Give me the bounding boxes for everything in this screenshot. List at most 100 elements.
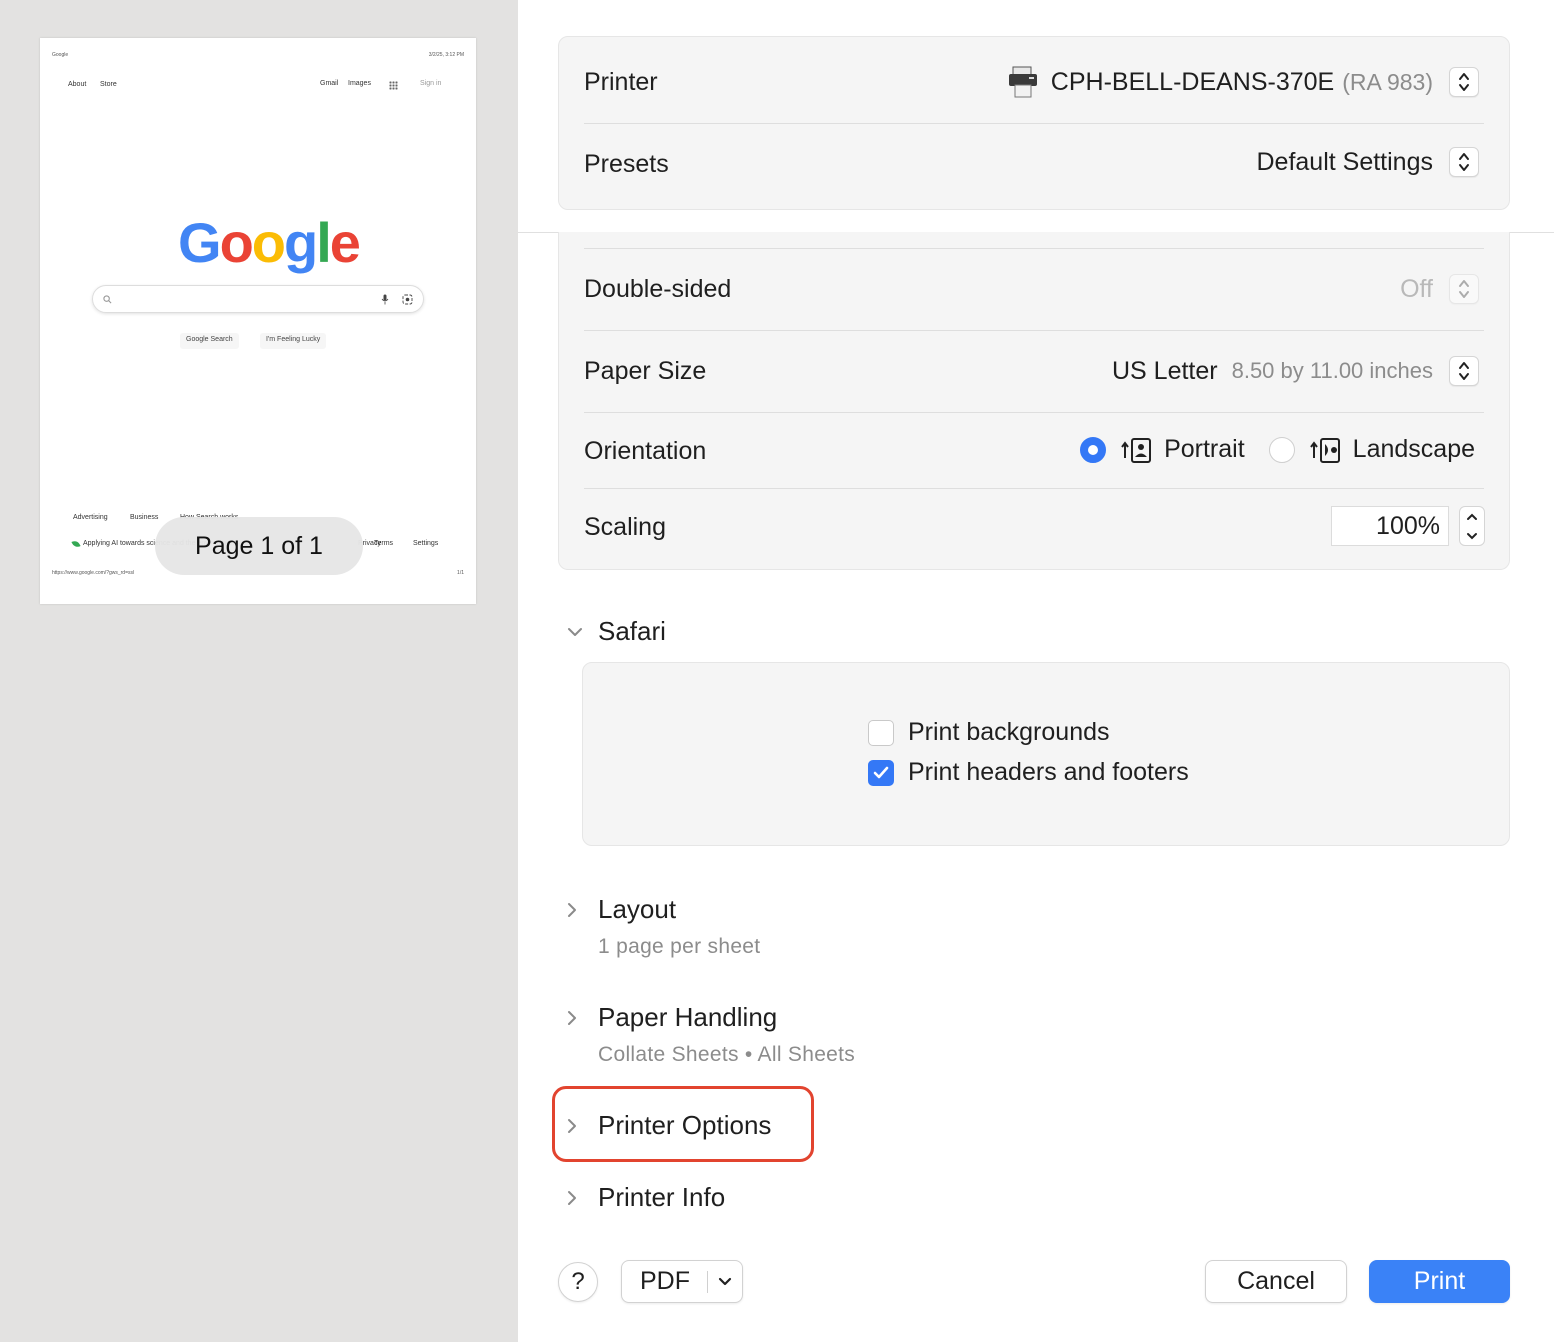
printer-label: Printer: [584, 67, 658, 96]
chevron-up-icon[interactable]: [1466, 513, 1478, 521]
thumb-footer-url: https://www.google.com/?gws_rd=ssl: [52, 570, 135, 576]
orientation-label: Orientation: [584, 436, 707, 465]
printer-options-title: Printer Options: [598, 1110, 772, 1140]
presets-popup[interactable]: Default Settings: [1256, 147, 1479, 177]
double-sided-row: Double-sided: [584, 264, 1484, 314]
google-logo: Google: [178, 210, 361, 275]
paper-handling-section-header[interactable]: Paper Handling: [566, 1002, 777, 1033]
thumb-nav-store: Store: [100, 81, 117, 88]
chevron-down-icon[interactable]: [566, 626, 598, 638]
scaling-label: Scaling: [584, 512, 666, 541]
print-backgrounds-label[interactable]: Print backgrounds: [908, 718, 1110, 747]
print-button[interactable]: Print: [1369, 1260, 1510, 1303]
thumb-footer-advertising: Advertising: [73, 514, 108, 521]
thumb-nav-gmail: Gmail: [320, 80, 339, 87]
double-sided-value: Off: [1400, 274, 1433, 303]
double-sided-popup[interactable]: Off: [1400, 274, 1479, 304]
chevron-right-icon[interactable]: [566, 1009, 598, 1027]
help-button[interactable]: ?: [558, 1262, 598, 1302]
up-down-chevron-icon: [1459, 153, 1469, 171]
paper-handling-title: Paper Handling: [598, 1002, 778, 1032]
scaling-stepper[interactable]: [1459, 506, 1485, 546]
divider: [584, 488, 1484, 489]
thumb-footer-terms: Terms: [374, 540, 394, 547]
page-indicator: Page 1 of 1: [155, 517, 363, 575]
logo-letter: g: [284, 211, 318, 274]
pdf-label: PDF: [640, 1267, 690, 1295]
print-headers-footers-option[interactable]: Print headers and footers: [868, 758, 1189, 787]
checkmark-icon: [873, 766, 889, 778]
chevron-down-icon[interactable]: [1466, 532, 1478, 540]
presets-label: Presets: [584, 149, 669, 178]
print-settings-panel: Printer CPH-BELL-DEANS-370E (RA 983) Pre…: [518, 0, 1554, 1342]
thumb-header-right: 3/2/25, 3:12 PM: [428, 52, 464, 58]
printer-popup-stepper[interactable]: [1449, 67, 1479, 97]
thumb-header-left: Google: [52, 52, 69, 58]
paper-size-popup[interactable]: US Letter 8.50 by 11.00 inches: [1112, 356, 1479, 386]
divider: [584, 330, 1484, 331]
safari-title: Safari: [598, 616, 666, 646]
divider: [584, 412, 1484, 413]
portrait-orientation-icon: [1121, 437, 1152, 463]
scaling-control: 100%: [1331, 506, 1485, 546]
logo-letter: l: [316, 211, 332, 274]
portrait-radio[interactable]: [1080, 436, 1107, 463]
chevron-right-icon[interactable]: [566, 901, 598, 919]
printer-popup[interactable]: CPH-BELL-DEANS-370E (RA 983): [1007, 65, 1479, 99]
logo-letter: G: [178, 211, 222, 274]
thumb-footer-page: 1/1: [457, 570, 464, 576]
printer-options-section-header[interactable]: Printer Options: [566, 1110, 771, 1141]
thumb-footer-settings: Settings: [413, 540, 439, 547]
chevron-right-icon[interactable]: [566, 1117, 598, 1135]
divider: [584, 123, 1484, 124]
layout-summary: 1 page per sheet: [598, 935, 761, 958]
landscape-radio[interactable]: [1268, 436, 1295, 463]
divider: [584, 248, 1484, 249]
chevron-down-icon[interactable]: [718, 1276, 732, 1288]
paper-size-stepper[interactable]: [1449, 356, 1479, 386]
safari-options-card: Print backgrounds Print headers and foot…: [582, 662, 1510, 846]
printer-icon: [1008, 66, 1037, 98]
printer-location: (RA 983): [1342, 68, 1433, 95]
printer-info-section-header[interactable]: Printer Info: [566, 1182, 725, 1213]
print-headers-footers-checkbox[interactable]: [868, 759, 894, 786]
thumb-footer-business: Business: [130, 514, 159, 521]
double-sided-stepper[interactable]: [1449, 274, 1479, 304]
print-backgrounds-option[interactable]: Print backgrounds: [868, 718, 1110, 747]
layout-section-header[interactable]: Layout: [566, 894, 676, 925]
landscape-orientation-icon: [1309, 437, 1340, 463]
print-backgrounds-checkbox[interactable]: [868, 719, 894, 746]
layout-title: Layout: [598, 894, 677, 924]
thumb-sign-in: Sign in: [420, 80, 442, 87]
logo-letter: o: [219, 211, 254, 274]
chevron-right-icon[interactable]: [566, 1189, 598, 1207]
orientation-options: Portrait Landscape: [1080, 435, 1475, 464]
paper-size-label: Paper Size: [584, 356, 707, 385]
portrait-label[interactable]: Portrait: [1164, 435, 1245, 464]
leaf-icon: [71, 539, 81, 549]
printer-info-title: Printer Info: [598, 1182, 726, 1212]
pdf-menu-button[interactable]: PDF: [621, 1260, 743, 1303]
scaling-input[interactable]: 100%: [1331, 506, 1449, 546]
safari-section-header[interactable]: Safari: [566, 616, 666, 647]
double-sided-label: Double-sided: [584, 274, 732, 303]
print-headers-footers-label[interactable]: Print headers and footers: [908, 758, 1189, 787]
up-down-chevron-icon: [1459, 362, 1469, 380]
thumb-google-search-button: Google Search: [180, 333, 239, 349]
presets-popup-stepper[interactable]: [1449, 147, 1479, 177]
printer-card: Printer CPH-BELL-DEANS-370E (RA 983) Pre…: [558, 36, 1510, 210]
cancel-button[interactable]: Cancel: [1205, 1260, 1347, 1303]
landscape-label[interactable]: Landscape: [1353, 435, 1475, 464]
thumb-search-box: [92, 285, 424, 313]
thumb-nav-images: Images: [348, 80, 371, 87]
paper-handling-summary: Collate Sheets • All Sheets: [598, 1043, 856, 1066]
printer-name: CPH-BELL-DEANS-370E: [1050, 67, 1335, 96]
settings-card: Double-sided Off Paper Size US Letter 8.…: [558, 232, 1510, 570]
up-down-chevron-icon: [1459, 73, 1469, 91]
logo-letter: o: [251, 211, 286, 274]
presets-value: Default Settings: [1256, 147, 1434, 176]
paper-size-dimensions: 8.50 by 11.00 inches: [1231, 358, 1433, 383]
apps-grid-icon: [389, 81, 398, 90]
search-icon: [103, 295, 112, 304]
thumb-nav-about: About: [68, 81, 87, 88]
